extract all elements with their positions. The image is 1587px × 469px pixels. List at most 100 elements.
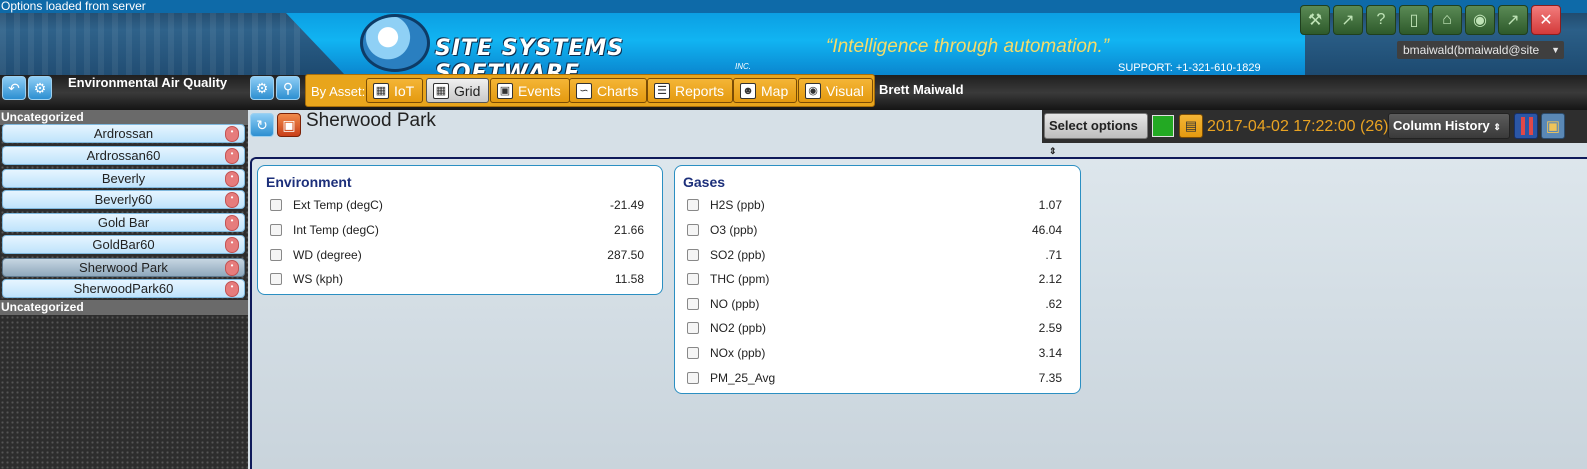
site-item-sherwood-park[interactable]: Sherwood Park • [2,258,245,277]
pin-icon[interactable]: • [225,126,239,142]
row-value: 7.35 [1038,371,1062,385]
row-value: .71 [1045,248,1062,262]
package-icon[interactable]: ▣ [1541,113,1565,139]
box-icon[interactable]: ▣ [277,113,301,137]
top-icon-bar: ⚒ ↗ ? ▯ ⌂ ◉ ↗ ✕ [1300,5,1561,35]
row-value: 3.14 [1038,346,1062,360]
iot-grid-icon: ▦ [373,82,389,99]
nav-visual-button[interactable]: ◉ Visual [798,78,873,103]
data-row: WD (degree) 287.50 [258,244,662,268]
wrench-icon[interactable]: ⚒ [1300,5,1330,35]
data-row: WS (kph) 11.58 [258,268,662,292]
nav-events-button[interactable]: ▣ Events [490,78,570,103]
app-title: Environmental Air Quality [68,75,228,90]
company-logo: SITE SYSTEMS SOFTWARE INC. [360,14,770,86]
home-icon[interactable]: ⌂ [1432,5,1462,35]
help-icon[interactable]: ? [1366,5,1396,35]
column-history-label: Column History [1393,118,1490,133]
gases-panel: Gases H2S (ppb) 1.07 O3 (ppb) 46.04 SO2 … [674,165,1081,394]
data-row: THC (ppm) 2.12 [675,268,1080,292]
row-checkbox[interactable] [270,224,282,236]
save-icon[interactable]: ▤ [1179,114,1203,138]
row-checkbox[interactable] [687,372,699,384]
sort-arrows-icon: ⇕ [1493,122,1501,132]
eye-icon: ◉ [805,82,821,99]
expand-icon[interactable]: ↗ [1498,5,1528,35]
nav-grid-label: Grid [454,82,481,99]
row-checkbox[interactable] [687,322,699,334]
group-header[interactable]: Uncategorized [0,110,248,125]
row-checkbox[interactable] [687,298,699,310]
nav-reports-label: Reports [675,82,725,99]
logo-globe-icon [360,14,430,72]
pin-icon[interactable]: • [225,171,239,187]
row-checkbox[interactable] [270,273,282,285]
select-options-dropdown[interactable]: Select options ⇕ [1044,113,1148,156]
row-value: 11.58 [614,272,644,286]
nav-reports-button[interactable]: ☰ Reports [647,78,734,103]
pin-icon[interactable]: • [225,192,239,208]
row-value: 287.50 [607,248,644,262]
page-title: Sherwood Park [306,110,436,131]
row-checkbox[interactable] [687,224,699,236]
site-item-goldbar60[interactable]: GoldBar60 • [2,235,245,254]
row-checkbox[interactable] [687,273,699,285]
nav-iot-button[interactable]: ▦ IoT [366,78,424,103]
row-label: H2S (ppb) [710,198,765,212]
row-label: NO2 (ppb) [710,321,767,335]
pin-icon[interactable]: • [225,237,239,253]
group-header[interactable]: Uncategorized [0,300,248,315]
column-history-dropdown[interactable]: Column History ⇕ [1388,113,1510,139]
target-icon[interactable]: ◉ [1465,5,1495,35]
settings-gear-icon[interactable]: ⚙ [28,76,52,100]
user-account-dropdown[interactable]: bmaiwald(bmaiwald@site ▼ [1397,41,1564,59]
column-bar [1521,117,1525,135]
row-checkbox[interactable] [687,347,699,359]
select-options-label: Select options [1049,118,1138,133]
mobile-icon[interactable]: ▯ [1399,5,1429,35]
nav-charts-label: Charts [597,82,639,99]
row-label: NOx (ppb) [710,346,766,360]
pin-icon[interactable]: • [225,281,239,297]
grid-icon: ▦ [433,82,449,99]
column-bar [1529,117,1533,135]
row-checkbox[interactable] [270,249,282,261]
row-label: O3 (ppb) [710,223,758,237]
pin-icon[interactable]: • [225,260,239,276]
trend-icon[interactable]: ↗ [1333,5,1363,35]
nav-events-label: Events [518,82,561,99]
environment-panel: Environment Ext Temp (degC) -21.49 Int T… [257,165,663,295]
row-label: Int Temp (degC) [293,223,379,237]
row-checkbox[interactable] [270,199,282,211]
header-city-graphic [0,12,300,75]
row-label: Ext Temp (degC) [293,198,383,212]
site-item-sherwoodpark60[interactable]: SherwoodPark60 • [2,279,245,298]
pin-icon[interactable]: • [225,215,239,231]
site-item-beverly60[interactable]: Beverly60 • [2,190,245,209]
nav-charts-button[interactable]: ∽ Charts [569,78,648,103]
columns-icon[interactable] [1514,113,1538,139]
chart-icon: ∽ [576,82,592,99]
site-item-ardrossan60[interactable]: Ardrossan60 • [2,146,245,165]
close-icon[interactable]: ✕ [1531,5,1561,35]
site-item-label: Gold Bar [97,215,150,230]
row-label: WS (kph) [293,272,344,286]
nav-map-label: Map [761,82,789,99]
nav-map-button[interactable]: ☻ Map [733,78,798,103]
site-item-ardrossan[interactable]: Ardrossan • [2,124,245,143]
row-value: 2.59 [1038,321,1062,335]
nav-grid-button[interactable]: ▦ Grid [426,78,490,103]
row-value: 46.04 [1031,223,1062,237]
back-icon[interactable]: ↶ [2,76,26,100]
pin-icon[interactable]: • [225,148,239,164]
search-icon[interactable]: ⚲ [276,76,300,100]
row-checkbox[interactable] [687,199,699,211]
site-item-gold-bar[interactable]: Gold Bar • [2,213,245,232]
gear-icon[interactable]: ⚙ [250,76,274,100]
site-item-beverly[interactable]: Beverly • [2,169,245,188]
row-checkbox[interactable] [687,249,699,261]
chevron-down-icon: ▼ [1551,45,1560,55]
refresh-icon[interactable]: ↻ [250,113,274,137]
data-row: Int Temp (degC) 21.66 [258,219,662,243]
site-sidebar: Uncategorized Ardrossan • Ardrossan60 • … [0,110,248,469]
